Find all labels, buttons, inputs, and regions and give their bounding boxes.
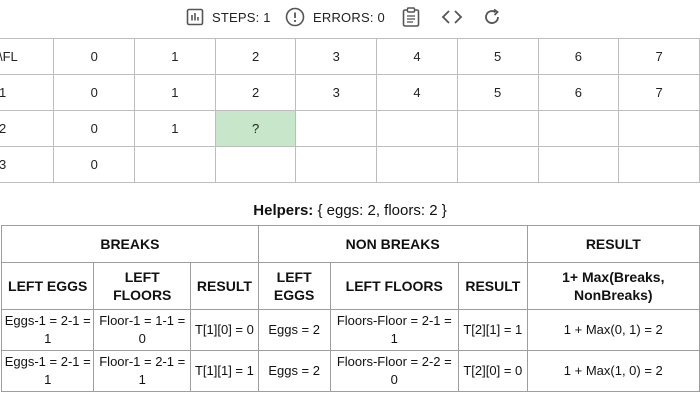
dp-cell[interactable] bbox=[537, 110, 620, 147]
dp-header-cell: 4 bbox=[376, 38, 458, 75]
clipboard-button[interactable] bbox=[402, 6, 420, 28]
left-floors-header: LEFT FLOORS bbox=[93, 262, 192, 310]
helpers-row: Eggs-1 = 2-1 = 1 Floor-1 = 1-1 = 0 T[1][… bbox=[0, 309, 700, 351]
helpers-title: Helpers: { eggs: 2, floors: 2 } bbox=[0, 202, 700, 219]
dp-header-cell: 3 bbox=[295, 38, 378, 75]
nb-left-floors-cell: Floors-Floor = 2-2 = 0 bbox=[329, 350, 460, 392]
dp-cell[interactable] bbox=[295, 110, 378, 147]
dp-cell[interactable]: 0 bbox=[53, 146, 136, 183]
dp-cell[interactable]: 2 bbox=[214, 74, 297, 111]
dp-row: 2 0 1 ? bbox=[0, 110, 700, 147]
dp-table-container: \FL 0 1 2 3 4 5 6 7 1 0 1 2 3 4 5 6 7 2 … bbox=[0, 38, 700, 183]
dp-header-cell: 7 bbox=[618, 38, 700, 75]
result-cell: T[1][1] = 1 bbox=[190, 350, 259, 392]
result-group-header: RESULT bbox=[526, 225, 700, 263]
helpers-row: Eggs-1 = 2-1 = 1 Floor-1 = 2-1 = 1 T[1][… bbox=[0, 350, 700, 392]
errors-counter: ERRORS: 0 bbox=[285, 6, 385, 28]
dp-cell[interactable]: 1 bbox=[134, 74, 216, 111]
steps-counter: STEPS: 1 bbox=[186, 6, 271, 28]
nb-result-cell: T[2][1] = 1 bbox=[458, 309, 528, 351]
dp-row: 3 0 bbox=[0, 146, 700, 183]
dp-cell[interactable] bbox=[376, 110, 458, 147]
nb-left-eggs-cell: Eggs = 2 bbox=[257, 350, 331, 392]
helpers-column-row: LEFT EGGS LEFT FLOORS RESULT LEFT EGGS L… bbox=[0, 262, 700, 310]
left-floors-cell: Floor-1 = 1-1 = 0 bbox=[93, 309, 192, 351]
helpers-table-container: BREAKS NON BREAKS RESULT LEFT EGGS LEFT … bbox=[0, 225, 700, 392]
dp-cell[interactable]: 5 bbox=[456, 74, 539, 111]
dp-cell[interactable] bbox=[618, 110, 700, 147]
dp-cell[interactable] bbox=[618, 146, 700, 183]
nb-left-floors-cell: Floors-Floor = 2-1 = 1 bbox=[329, 309, 460, 351]
dp-cell[interactable] bbox=[376, 146, 458, 183]
left-floors-cell: Floor-1 = 2-1 = 1 bbox=[93, 350, 192, 392]
chart-icon bbox=[186, 8, 204, 26]
dp-header-cell: 6 bbox=[537, 38, 620, 75]
result-cell: T[1][0] = 0 bbox=[190, 309, 259, 351]
refresh-button[interactable] bbox=[482, 6, 502, 28]
dp-cell[interactable]: 3 bbox=[295, 74, 378, 111]
final-cell: 1 + Max(0, 1) = 2 bbox=[526, 309, 700, 351]
dp-row: 1 0 1 2 3 4 5 6 7 bbox=[0, 74, 700, 111]
dp-cell[interactable] bbox=[214, 146, 297, 183]
dp-cell[interactable] bbox=[134, 146, 216, 183]
nb-result-header: RESULT bbox=[458, 262, 528, 310]
nb-result-cell: T[2][0] = 0 bbox=[458, 350, 528, 392]
dp-table: \FL 0 1 2 3 4 5 6 7 1 0 1 2 3 4 5 6 7 2 … bbox=[0, 38, 700, 183]
left-eggs-cell: Eggs-1 = 2-1 = 1 bbox=[0, 350, 95, 392]
dp-corner-cell: \FL bbox=[0, 38, 55, 75]
nb-left-eggs-header: LEFT EGGS bbox=[257, 262, 331, 310]
non-breaks-group-header: NON BREAKS bbox=[257, 225, 528, 263]
helpers-group-row: BREAKS NON BREAKS RESULT bbox=[1, 225, 700, 263]
dp-row-header: 1 bbox=[0, 74, 55, 111]
dp-header-cell: 0 bbox=[53, 38, 136, 75]
final-cell: 1 + Max(1, 0) = 2 bbox=[526, 350, 700, 392]
nb-left-eggs-cell: Eggs = 2 bbox=[257, 309, 331, 351]
helpers-table: BREAKS NON BREAKS RESULT LEFT EGGS LEFT … bbox=[0, 225, 700, 392]
dp-cell[interactable]: 0 bbox=[53, 110, 136, 147]
dp-cell[interactable]: 0 bbox=[53, 74, 136, 111]
final-header: 1+ Max(Breaks, NonBreaks) bbox=[526, 262, 700, 310]
dp-header-row: \FL 0 1 2 3 4 5 6 7 bbox=[0, 38, 700, 75]
dp-cell[interactable]: 7 bbox=[618, 74, 700, 111]
code-icon[interactable] bbox=[441, 8, 463, 26]
alert-icon bbox=[285, 7, 305, 27]
toolbar: STEPS: 1 ERRORS: 0 bbox=[0, 0, 700, 34]
dp-cell[interactable]: 1 bbox=[134, 110, 216, 147]
nb-left-floors-header: LEFT FLOORS bbox=[329, 262, 460, 310]
clipboard-icon[interactable] bbox=[402, 7, 420, 27]
dp-row-header: 2 bbox=[0, 110, 55, 147]
dp-header-cell: 2 bbox=[214, 38, 297, 75]
dp-cell[interactable] bbox=[456, 110, 539, 147]
dp-header-cell: 5 bbox=[456, 38, 539, 75]
dp-cell[interactable]: 4 bbox=[376, 74, 458, 111]
dp-cell[interactable] bbox=[537, 146, 620, 183]
dp-cell[interactable] bbox=[456, 146, 539, 183]
refresh-icon[interactable] bbox=[482, 7, 502, 27]
dp-header-cell: 1 bbox=[134, 38, 216, 75]
helpers-title-label: Helpers: bbox=[253, 202, 314, 219]
dp-cell[interactable]: 6 bbox=[537, 74, 620, 111]
code-button[interactable] bbox=[441, 6, 463, 28]
breaks-group-header: BREAKS bbox=[1, 225, 259, 263]
steps-label: STEPS: 1 bbox=[212, 9, 271, 25]
left-eggs-header: LEFT EGGS bbox=[0, 262, 95, 310]
dp-row-header: 3 bbox=[0, 146, 55, 183]
errors-label: ERRORS: 0 bbox=[313, 9, 385, 25]
dp-active-cell[interactable]: ? bbox=[214, 110, 297, 147]
helpers-title-values: { eggs: 2, floors: 2 } bbox=[313, 202, 447, 219]
result-header: RESULT bbox=[190, 262, 259, 310]
dp-cell[interactable] bbox=[295, 146, 378, 183]
left-eggs-cell: Eggs-1 = 2-1 = 1 bbox=[0, 309, 95, 351]
